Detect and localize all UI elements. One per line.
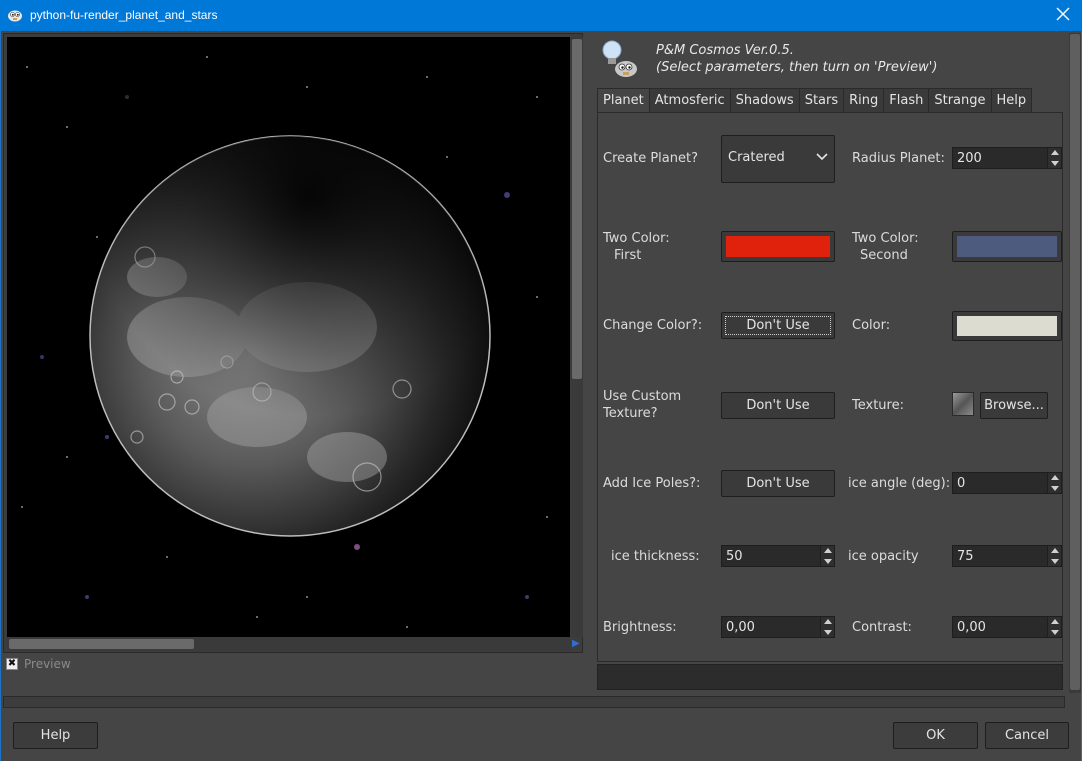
preview-vertical-scrollbar[interactable]: [571, 37, 583, 637]
ice-thickness-label: ice thickness:: [611, 549, 700, 564]
spinner-arrows[interactable]: [1047, 473, 1061, 493]
preview-canvas[interactable]: [7, 37, 570, 637]
ok-button[interactable]: OK: [893, 722, 978, 749]
progress-bar: [3, 696, 1065, 708]
spinner-arrows[interactable]: [820, 546, 834, 566]
plugin-header: P&M Cosmos Ver.0.5. (Select parameters, …: [656, 42, 937, 76]
gimp-icon: [8, 10, 22, 22]
preview-horizontal-scrollbar[interactable]: [7, 637, 570, 651]
preview-label: Preview: [24, 657, 71, 671]
brightness-input[interactable]: [722, 617, 834, 637]
texture-thumbnail-icon: [952, 392, 974, 416]
close-icon[interactable]: [1054, 5, 1072, 23]
browse-button-label: Browse...: [984, 398, 1044, 413]
change-color-button-label: Don't Use: [725, 316, 831, 335]
browse-button[interactable]: Browse...: [980, 392, 1048, 419]
tab-shadows[interactable]: Shadows: [730, 88, 800, 113]
planet-tab-panel: [597, 112, 1063, 662]
spinner-arrows[interactable]: [1047, 148, 1061, 168]
cancel-button[interactable]: Cancel: [985, 722, 1069, 749]
tab-atmosferic[interactable]: Atmosferic: [649, 88, 731, 113]
ice-poles-toggle[interactable]: Don't Use: [721, 470, 835, 497]
color-swatch[interactable]: [952, 311, 1062, 341]
scroll-thumb[interactable]: [1070, 34, 1080, 690]
tab-strange[interactable]: Strange: [929, 88, 992, 113]
navigate-icon[interactable]: ▶: [572, 638, 582, 650]
custom-texture-toggle[interactable]: Don't Use: [721, 392, 835, 419]
brightness-spinner[interactable]: [721, 616, 835, 638]
two-color-first-label: Two Color: First: [603, 230, 670, 264]
tab-bar: Planet Atmosferic Shadows Stars Ring Fla…: [597, 88, 1033, 114]
contrast-input[interactable]: [953, 617, 1061, 637]
window-title: python-fu-render_planet_and_stars: [30, 8, 218, 22]
custom-texture-button-label: Don't Use: [746, 398, 810, 413]
tab-ring[interactable]: Ring: [844, 88, 885, 113]
custom-texture-label-line1: Use Custom: [603, 389, 682, 404]
ice-angle-input[interactable]: [953, 473, 1061, 493]
scroll-thumb[interactable]: [9, 639, 194, 649]
ice-poles-button-label: Don't Use: [746, 476, 810, 491]
planet-render: [21, 56, 548, 628]
tab-help[interactable]: Help: [991, 88, 1033, 113]
two-color-second-label-line2: Second: [860, 248, 908, 263]
spinner-arrows[interactable]: [1047, 546, 1061, 566]
plugin-instructions: (Select parameters, then turn on 'Previe…: [656, 60, 938, 75]
two-color-first-swatch[interactable]: [721, 231, 835, 262]
tab-flash[interactable]: Flash: [884, 88, 930, 113]
tab-planet[interactable]: Planet: [597, 88, 650, 114]
ice-thickness-spinner[interactable]: [721, 545, 835, 567]
two-color-second-fill: [957, 236, 1057, 257]
two-color-second-swatch[interactable]: [952, 231, 1062, 262]
create-planet-combo[interactable]: Cratered: [721, 135, 835, 183]
spinner-arrows[interactable]: [1047, 617, 1061, 637]
change-color-label: Change Color?:: [603, 318, 703, 333]
dialog-vertical-scrollbar[interactable]: [1069, 33, 1081, 693]
create-planet-label: Create Planet?: [603, 151, 698, 166]
chevron-down-icon: [816, 153, 828, 161]
preview-toggle[interactable]: ✖ Preview: [6, 656, 71, 672]
two-color-second-label: Two Color: Second: [852, 230, 919, 264]
title-bar: python-fu-render_planet_and_stars: [0, 0, 1082, 31]
ice-angle-spinner[interactable]: [952, 472, 1062, 494]
scroll-thumb[interactable]: [572, 39, 582, 379]
preview-frame: ▶: [3, 33, 583, 653]
two-color-second-label-line1: Two Color:: [852, 231, 919, 246]
ice-angle-label: ice angle (deg):: [848, 476, 951, 491]
custom-texture-label: Use Custom Texture?: [603, 388, 681, 422]
spinner-arrows[interactable]: [820, 617, 834, 637]
color-fill: [957, 316, 1057, 336]
ice-opacity-label: ice opacity: [848, 549, 919, 564]
tab-stars[interactable]: Stars: [799, 88, 845, 113]
two-color-first-label-line2: First: [614, 248, 642, 263]
color-label: Color:: [852, 318, 891, 333]
status-bar: [597, 664, 1063, 690]
change-color-toggle[interactable]: Don't Use: [721, 312, 835, 339]
lightbulb-icon: [602, 40, 637, 77]
radius-planet-spinner[interactable]: [952, 147, 1062, 169]
contrast-spinner[interactable]: [952, 616, 1062, 638]
ice-thickness-input[interactable]: [722, 546, 834, 566]
help-button[interactable]: Help: [13, 722, 98, 749]
create-planet-value: Cratered: [728, 150, 785, 165]
plugin-version: P&M Cosmos Ver.0.5.: [656, 43, 794, 58]
dialog-window: ▶ ✖ Preview P&M Cosmos Ver.0.5. (Select …: [0, 31, 1082, 761]
ice-opacity-input[interactable]: [953, 546, 1061, 566]
brightness-label: Brightness:: [603, 620, 677, 635]
radius-planet-input[interactable]: [953, 148, 1061, 168]
texture-label: Texture:: [852, 398, 904, 413]
two-color-first-fill: [726, 236, 830, 257]
preview-checkbox[interactable]: ✖: [6, 658, 18, 670]
ice-opacity-spinner[interactable]: [952, 545, 1062, 567]
radius-planet-label: Radius Planet:: [852, 151, 945, 166]
contrast-label: Contrast:: [852, 620, 912, 635]
ice-poles-label: Add Ice Poles?:: [603, 476, 701, 491]
two-color-first-label-line1: Two Color:: [603, 231, 670, 246]
custom-texture-label-line2: Texture?: [603, 406, 658, 421]
